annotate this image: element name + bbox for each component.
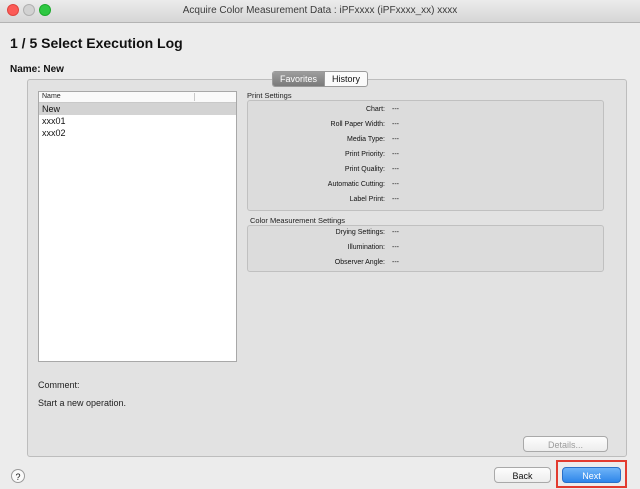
setting-label: Media Type: (346, 136, 385, 143)
details-button[interactable]: Details... (523, 436, 608, 452)
setting-label: Label Print: (349, 196, 385, 203)
setting-value: --- (392, 196, 399, 203)
setting-label: Chart: (365, 106, 385, 113)
setting-label: Observer Angle: (334, 259, 385, 266)
print-settings-box: Chart: --- Roll Paper Width: --- Media T… (247, 100, 604, 211)
column-divider (194, 93, 195, 101)
setting-value: --- (392, 229, 399, 236)
comment-label: Comment: (38, 380, 80, 390)
selected-name-label: Name: New (10, 64, 64, 75)
setting-label: Automatic Cutting: (327, 181, 385, 188)
setting-value: --- (392, 244, 399, 251)
list-item[interactable]: xxx01 (39, 115, 236, 127)
list-item[interactable]: New (39, 103, 236, 115)
title-bar: Acquire Color Measurement Data : iPFxxxx… (0, 0, 640, 23)
column-header-name[interactable]: Name (42, 92, 61, 102)
list-header[interactable]: Name (39, 92, 236, 103)
setting-row: Automatic Cutting: --- (248, 179, 603, 191)
setting-row: Print Priority: --- (248, 149, 603, 161)
setting-row: Media Type: --- (248, 134, 603, 146)
setting-value: --- (392, 136, 399, 143)
setting-row: Drying Settings: --- (248, 227, 603, 239)
help-button[interactable]: ? (11, 469, 25, 483)
color-settings-box: Drying Settings: --- Illumination: --- O… (247, 225, 604, 272)
print-settings-title: Print Settings (247, 91, 292, 100)
setting-row: Observer Angle: --- (248, 257, 603, 269)
setting-value: --- (392, 259, 399, 266)
setting-row: Chart: --- (248, 104, 603, 116)
setting-row: Illumination: --- (248, 242, 603, 254)
color-settings-title: Color Measurement Settings (250, 216, 346, 225)
setting-label: Illumination: (347, 244, 385, 251)
setting-value: --- (392, 106, 399, 113)
setting-value: --- (392, 151, 399, 158)
dialog-window: Acquire Color Measurement Data : iPFxxxx… (0, 0, 640, 489)
setting-row: Roll Paper Width: --- (248, 119, 603, 131)
setting-label: Roll Paper Width: (330, 121, 385, 128)
next-button-highlight (556, 460, 627, 488)
window-title: Acquire Color Measurement Data : iPFxxxx… (182, 5, 458, 16)
tab-favorites[interactable]: Favorites (273, 72, 325, 86)
tab-history[interactable]: History (324, 72, 367, 86)
setting-row: Label Print: --- (248, 194, 603, 206)
setting-label: Print Quality: (344, 166, 385, 173)
setting-label: Drying Settings: (335, 229, 385, 236)
setting-row: Print Quality: --- (248, 164, 603, 176)
execution-log-list[interactable]: Name New xxx01 xxx02 (38, 91, 237, 362)
step-title: 1 / 5 Select Execution Log (10, 35, 183, 51)
list-item[interactable]: xxx02 (39, 127, 236, 139)
setting-value: --- (392, 121, 399, 128)
tab-bar: Favorites History (272, 71, 369, 87)
setting-value: --- (392, 166, 399, 173)
back-button[interactable]: Back (494, 467, 551, 483)
setting-value: --- (392, 181, 399, 188)
comment-text: Start a new operation. (38, 398, 127, 408)
setting-label: Print Priority: (344, 151, 385, 158)
